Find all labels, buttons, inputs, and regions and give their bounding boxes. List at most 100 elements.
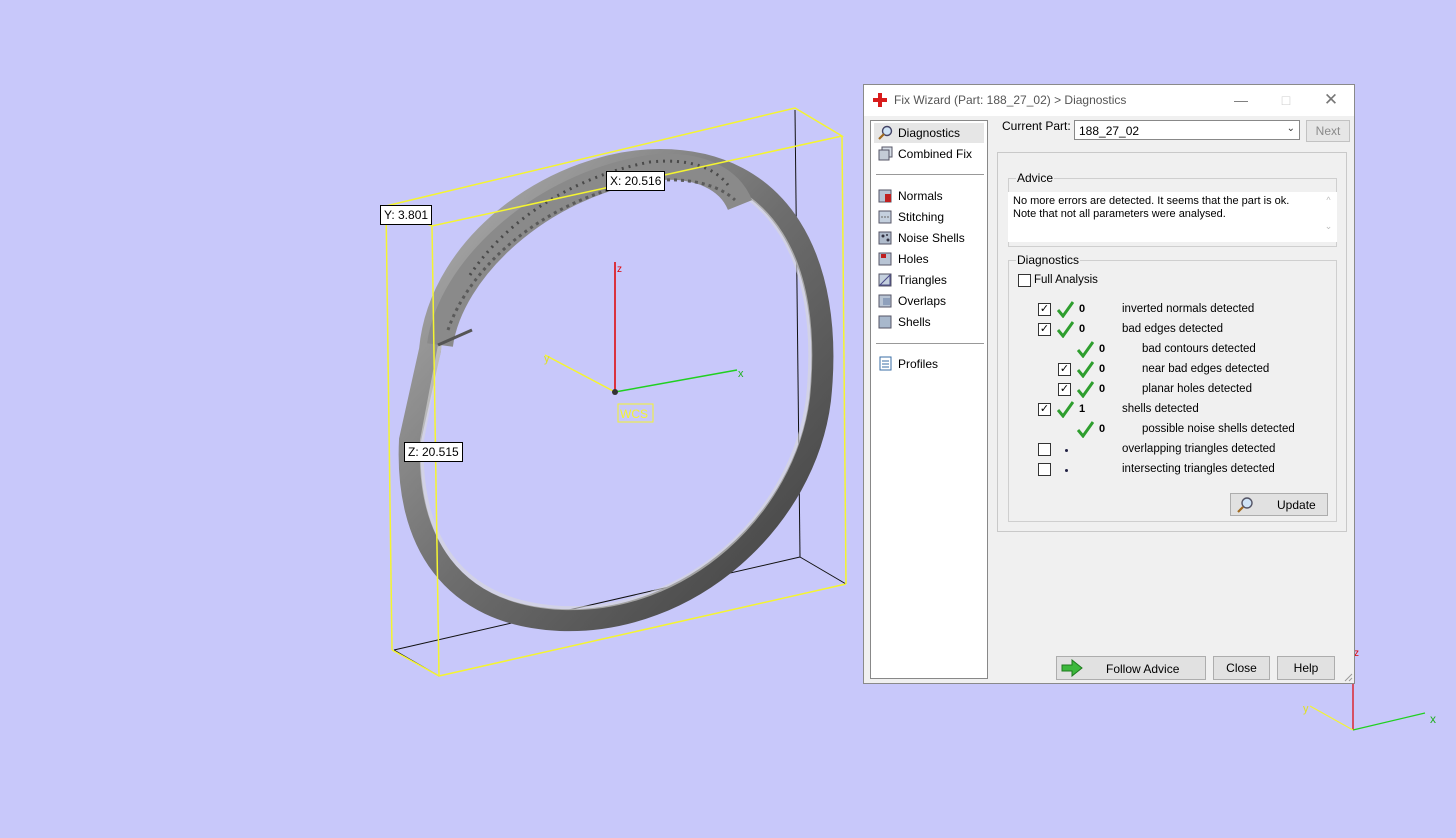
close-window-button[interactable]: ✕: [1316, 89, 1346, 111]
label-overlapping-triangles: overlapping triangles detected: [1122, 443, 1276, 455]
overlaps-cube-icon: [878, 294, 892, 308]
green-check-icon: [1057, 301, 1074, 318]
count-near-bad-edges: 0: [1099, 363, 1106, 375]
dialog-title: Fix Wizard (Part: 188_27_02) > Diagnosti…: [894, 93, 1127, 107]
advice-text-line1: No more errors are detected. It seems th…: [1013, 195, 1290, 207]
current-part-select[interactable]: 188_27_02 ⌄: [1074, 120, 1300, 140]
nav-item-profiles[interactable]: Profiles: [874, 354, 984, 374]
chevron-down-icon: ⌄: [1286, 123, 1295, 134]
dimension-x-label: X: 20.516: [606, 171, 666, 191]
current-part-value: 188_27_02: [1079, 124, 1140, 138]
count-bad-edges: 0: [1079, 323, 1086, 335]
green-check-icon: [1077, 421, 1094, 438]
wizard-nav-pane: Diagnostics Combined Fix Normals Stitchi…: [870, 120, 988, 679]
label-intersecting-triangles: intersecting triangles detected: [1122, 463, 1275, 475]
count-inverted-normals: 0: [1079, 303, 1086, 315]
current-part-label: Current Part:: [1002, 119, 1071, 133]
count-bad-contours: 0: [1099, 343, 1106, 355]
nav-item-holes[interactable]: Holes: [874, 249, 984, 269]
label-planar-holes: planar holes detected: [1142, 383, 1252, 395]
help-button[interactable]: Help: [1277, 656, 1335, 680]
advice-scrollbar[interactable]: ^ ⌄: [1320, 192, 1337, 242]
follow-advice-button[interactable]: Follow Advice: [1056, 656, 1206, 680]
nav-label-stitching: Stitching: [898, 210, 945, 224]
row-checkbox-shells[interactable]: ✓: [1038, 403, 1051, 416]
nav-item-triangles[interactable]: Triangles: [874, 270, 984, 290]
magnifier-icon: [878, 125, 893, 140]
nav-label-diagnostics: Diagnostics: [898, 126, 961, 140]
holes-cube-icon: [878, 252, 892, 266]
nav-item-stitching[interactable]: Stitching: [874, 207, 984, 227]
dimension-y-label: Y: 3.801: [380, 205, 433, 225]
resize-grip-icon[interactable]: [1343, 672, 1353, 682]
next-button[interactable]: Next: [1306, 120, 1350, 142]
count-planar-holes: 0: [1099, 383, 1106, 395]
nav-item-noise-shells[interactable]: Noise Shells: [874, 228, 984, 248]
nav-label-holes: Holes: [898, 252, 929, 266]
nav-label-triangles: Triangles: [898, 273, 947, 287]
row-checkbox-intersecting-triangles[interactable]: [1038, 463, 1051, 476]
stitching-cube-icon: [878, 210, 892, 224]
nav-label-normals: Normals: [898, 189, 943, 203]
nav-separator: [876, 174, 984, 175]
green-check-icon: [1077, 381, 1094, 398]
normals-cube-icon: [878, 189, 892, 203]
diagnostics-group: Diagnostics Full Analysis ✓ 0 inverted n…: [1008, 253, 1337, 522]
not-analysed-dot: [1065, 469, 1068, 472]
corner-axis-x-label: x: [1430, 712, 1436, 726]
advice-textbox[interactable]: No more errors are detected. It seems th…: [1008, 192, 1337, 242]
label-bad-contours: bad contours detected: [1142, 343, 1256, 355]
count-shells: 1: [1079, 403, 1086, 415]
nav-label-noise-shells: Noise Shells: [898, 231, 965, 245]
green-check-icon: [1057, 321, 1074, 338]
row-checkbox-planar-holes[interactable]: ✓: [1058, 383, 1071, 396]
nav-item-overlaps[interactable]: Overlaps: [874, 291, 984, 311]
red-cross-icon: [873, 93, 887, 107]
label-near-bad-edges: near bad edges detected: [1142, 363, 1270, 375]
count-noise-shells: 0: [1099, 423, 1106, 435]
nav-label-combined-fix: Combined Fix: [898, 147, 973, 161]
triangles-cube-icon: [878, 273, 892, 287]
row-checkbox-bad-edges[interactable]: ✓: [1038, 323, 1051, 336]
document-icon: [879, 356, 892, 371]
nav-label-overlaps: Overlaps: [898, 294, 947, 308]
shells-cube-icon: [878, 315, 892, 329]
green-arrow-icon: [1061, 659, 1083, 677]
row-checkbox-near-bad-edges[interactable]: ✓: [1058, 363, 1071, 376]
nav-item-combined-fix[interactable]: Combined Fix: [874, 144, 984, 164]
row-checkbox-overlapping-triangles[interactable]: [1038, 443, 1051, 456]
update-label: Update: [1277, 498, 1316, 512]
green-check-icon: [1077, 361, 1094, 378]
nav-label-shells: Shells: [898, 315, 931, 329]
nav-item-normals[interactable]: Normals: [874, 186, 984, 206]
nav-item-diagnostics[interactable]: Diagnostics: [874, 123, 984, 143]
minimize-button[interactable]: —: [1226, 89, 1256, 111]
axis-x-label: x: [738, 368, 744, 380]
row-checkbox-inverted-normals[interactable]: ✓: [1038, 303, 1051, 316]
full-analysis-checkbox[interactable]: [1018, 274, 1031, 287]
wcs-label: WCS: [620, 407, 648, 421]
green-check-icon: [1077, 341, 1094, 358]
update-button[interactable]: Update: [1230, 493, 1328, 516]
diagnostics-panel: Advice No more errors are detected. It s…: [997, 152, 1347, 532]
dimension-z-label: Z: 20.515: [404, 442, 463, 462]
not-analysed-dot: [1065, 449, 1068, 452]
diagnostics-title: Diagnostics: [1016, 253, 1081, 267]
close-button[interactable]: Close: [1213, 656, 1270, 680]
advice-text-line2: Note that not all parameters were analys…: [1013, 208, 1226, 220]
dialog-titlebar[interactable]: Fix Wizard (Part: 188_27_02) > Diagnosti…: [864, 85, 1354, 116]
nav-item-shells[interactable]: Shells: [874, 312, 984, 332]
advice-title: Advice: [1016, 171, 1055, 185]
green-check-icon: [1057, 401, 1074, 418]
advice-group: Advice No more errors are detected. It s…: [1008, 171, 1337, 247]
label-bad-edges: bad edges detected: [1122, 323, 1224, 335]
wcs-axes: z x y WCS: [544, 262, 744, 423]
label-noise-shells: possible noise shells detected: [1142, 423, 1295, 435]
label-shells: shells detected: [1122, 403, 1199, 415]
label-inverted-normals: inverted normals detected: [1122, 303, 1255, 315]
nav-label-profiles: Profiles: [898, 357, 939, 371]
corner-axis-y-label: y: [1303, 703, 1309, 715]
noise-shells-icon: [878, 231, 892, 245]
maximize-button[interactable]: □: [1271, 89, 1301, 111]
axis-y-label: y: [544, 353, 550, 365]
